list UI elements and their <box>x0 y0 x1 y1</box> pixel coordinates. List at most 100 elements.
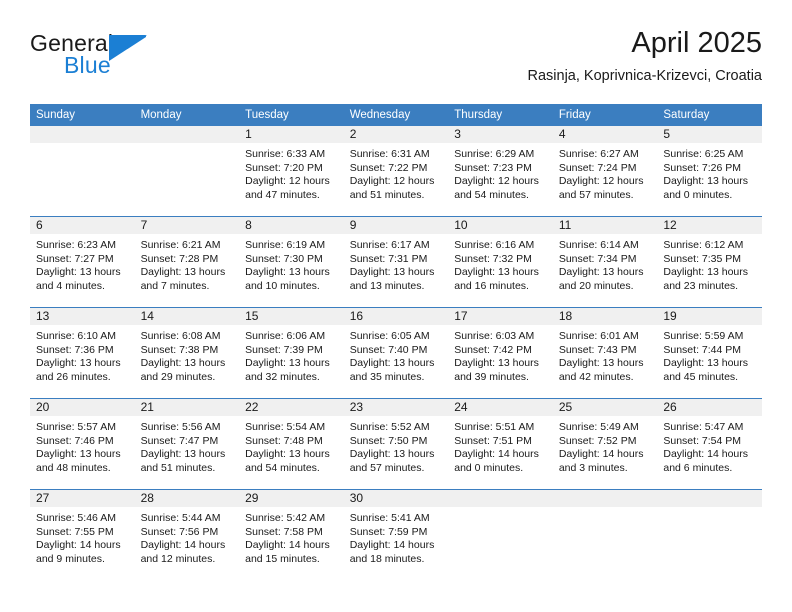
calendar-day-cell[interactable]: 3 Sunrise: 6:29 AM Sunset: 7:23 PM Daylight… <box>448 126 553 217</box>
calendar-day-cell[interactable]: 4 Sunrise: 6:27 AM Sunset: 7:24 PM Daylight… <box>552 126 658 217</box>
calendar-day-cell[interactable]: 1 Sunrise: 6:33 AM Sunset: 7:20 PM Daylight… <box>239 126 344 217</box>
day-number: 19 <box>657 308 762 325</box>
calendar-day-cell[interactable]: 18 Sunrise: 6:01 AM Sunset: 7:43 PM Dayligh… <box>552 307 658 399</box>
day-number: 16 <box>343 308 449 325</box>
calendar-week-row: 1 Sunrise: 6:33 AM Sunset: 7:20 PM Daylight… <box>30 126 762 217</box>
calendar-day-cell[interactable]: 8 Sunrise: 6:19 AM Sunset: 7:30 PM Daylight… <box>239 216 344 308</box>
day-number: 12 <box>657 217 762 234</box>
day-detail-line: Daylight: 13 hours <box>245 357 330 369</box>
weekday-header-sunday: Sunday <box>30 104 135 126</box>
day-number: 4 <box>552 126 658 143</box>
day-details: Sunrise: 6:03 AM Sunset: 7:42 PM Daylight:… <box>448 325 553 384</box>
calendar-day-cell[interactable]: 7 Sunrise: 6:21 AM Sunset: 7:28 PM Daylight… <box>134 216 240 308</box>
day-number: 3 <box>448 126 553 143</box>
day-detail-line: Sunrise: 6:06 AM <box>245 330 326 342</box>
day-detail-line: Daylight: 13 hours <box>245 448 330 460</box>
day-detail-line: Sunrise: 6:03 AM <box>454 330 535 342</box>
day-detail-line: Daylight: 13 hours <box>349 448 435 460</box>
day-number <box>30 126 135 143</box>
calendar-day-cell[interactable]: 28 Sunrise: 5:44 AM Sunset: 7:56 PM Dayligh… <box>134 489 240 580</box>
day-details: Sunrise: 5:51 AM Sunset: 7:51 PM Daylight:… <box>448 416 553 475</box>
brand-logo[interactable]: General Blue <box>30 30 230 86</box>
calendar-day-cell[interactable]: 26 Sunrise: 5:47 AM Sunset: 7:54 PM Dayligh… <box>657 398 762 490</box>
day-detail-line: and 57 minutes. <box>349 461 425 474</box>
day-number: 21 <box>134 399 240 416</box>
day-details: Sunrise: 6:05 AM Sunset: 7:40 PM Daylight:… <box>344 325 449 384</box>
day-detail-line: Daylight: 13 hours <box>36 266 121 278</box>
calendar-day-cell[interactable]: 16 Sunrise: 6:05 AM Sunset: 7:40 PM Dayligh… <box>343 307 449 399</box>
calendar-day-cell[interactable]: 29 Sunrise: 5:42 AM Sunset: 7:58 PM Dayligh… <box>239 489 344 580</box>
day-detail-line: Sunrise: 6:25 AM <box>663 148 744 160</box>
day-details: Sunrise: 5:54 AM Sunset: 7:48 PM Daylight:… <box>239 416 344 475</box>
day-detail-line: and 51 minutes. <box>349 188 425 201</box>
day-detail-line: and 29 minutes. <box>140 370 216 383</box>
day-detail-line: and 54 minutes. <box>454 188 529 201</box>
calendar-day-cell[interactable]: 9 Sunrise: 6:17 AM Sunset: 7:31 PM Daylight… <box>343 216 449 308</box>
day-detail-line: and 48 minutes. <box>36 461 111 474</box>
day-detail-line: Sunrise: 5:46 AM <box>36 512 116 524</box>
calendar-week-row: 20 Sunrise: 5:57 AM Sunset: 7:46 PM Dayligh… <box>30 398 762 490</box>
day-detail-line: Sunrise: 6:08 AM <box>140 330 221 342</box>
day-detail-line: Daylight: 13 hours <box>558 357 644 369</box>
day-detail-line: Daylight: 12 hours <box>454 175 539 187</box>
calendar-week-row: 27 Sunrise: 5:46 AM Sunset: 7:55 PM Dayligh… <box>30 489 762 580</box>
calendar-day-cell[interactable]: 23 Sunrise: 5:52 AM Sunset: 7:50 PM Dayligh… <box>343 398 449 490</box>
calendar-day-cell[interactable]: 25 Sunrise: 5:49 AM Sunset: 7:52 PM Dayligh… <box>552 398 658 490</box>
calendar-day-cell[interactable]: 6 Sunrise: 6:23 AM Sunset: 7:27 PM Daylight… <box>30 216 135 308</box>
calendar-day-cell[interactable]: 15 Sunrise: 6:06 AM Sunset: 7:39 PM Dayligh… <box>239 307 344 399</box>
calendar-day-cell[interactable]: 30 Sunrise: 5:41 AM Sunset: 7:59 PM Dayligh… <box>343 489 449 580</box>
day-details: Sunrise: 5:44 AM Sunset: 7:56 PM Daylight:… <box>135 507 240 566</box>
day-detail-line: Daylight: 14 hours <box>36 539 121 551</box>
day-detail-line: and 57 minutes. <box>558 188 634 201</box>
calendar-day-cell[interactable]: 17 Sunrise: 6:03 AM Sunset: 7:42 PM Dayligh… <box>448 307 553 399</box>
day-detail-line: Sunset: 7:22 PM <box>349 161 428 174</box>
day-detail-line: Daylight: 14 hours <box>349 539 435 551</box>
day-details <box>657 507 762 512</box>
day-detail-line: Daylight: 14 hours <box>663 448 749 460</box>
day-number: 17 <box>448 308 553 325</box>
day-detail-line: Sunrise: 6:10 AM <box>36 330 116 342</box>
calendar-day-cell[interactable]: 2 Sunrise: 6:31 AM Sunset: 7:22 PM Daylight… <box>343 126 449 217</box>
calendar-day-cell[interactable]: 22 Sunrise: 5:54 AM Sunset: 7:48 PM Dayligh… <box>239 398 344 490</box>
day-detail-line: and 6 minutes. <box>663 461 733 474</box>
day-detail-line: Daylight: 13 hours <box>36 448 121 460</box>
day-detail-line: Sunrise: 6:33 AM <box>245 148 326 160</box>
day-detail-line: Sunset: 7:58 PM <box>245 525 323 538</box>
weekday-headers: Sunday Monday Tuesday Wednesday Thursday Frid… <box>30 104 762 126</box>
day-detail-line: Daylight: 13 hours <box>349 357 435 369</box>
day-number: 15 <box>239 308 344 325</box>
day-detail-line: Sunset: 7:35 PM <box>663 252 742 265</box>
day-number: 18 <box>552 308 658 325</box>
calendar-day-cell[interactable]: 12 Sunrise: 6:12 AM Sunset: 7:35 PM Dayligh… <box>657 216 762 308</box>
day-details: Sunrise: 6:08 AM Sunset: 7:38 PM Daylight:… <box>135 325 240 384</box>
day-detail-line: and 45 minutes. <box>663 370 739 383</box>
calendar-day-cell[interactable]: 11 Sunrise: 6:14 AM Sunset: 7:34 PM Dayligh… <box>552 216 658 308</box>
day-detail-line: Sunrise: 5:42 AM <box>245 512 326 524</box>
calendar-day-cell[interactable]: 20 Sunrise: 5:57 AM Sunset: 7:46 PM Dayligh… <box>30 398 135 490</box>
day-detail-line: Sunset: 7:52 PM <box>558 434 637 447</box>
day-details: Sunrise: 6:33 AM Sunset: 7:20 PM Daylight:… <box>239 143 344 202</box>
calendar-day-cell[interactable]: 19 Sunrise: 5:59 AM Sunset: 7:44 PM Dayligh… <box>657 307 762 399</box>
calendar-day-cell-empty <box>657 489 762 580</box>
day-number: 6 <box>30 217 135 234</box>
day-detail-line: and 4 minutes. <box>36 279 105 292</box>
day-details <box>135 143 240 148</box>
calendar-day-cell[interactable]: 21 Sunrise: 5:56 AM Sunset: 7:47 PM Dayligh… <box>134 398 240 490</box>
day-number: 9 <box>343 217 449 234</box>
calendar-day-cell[interactable]: 10 Sunrise: 6:16 AM Sunset: 7:32 PM Dayligh… <box>448 216 553 308</box>
page-title: April 2025 <box>631 27 762 59</box>
calendar-day-cell[interactable]: 13 Sunrise: 6:10 AM Sunset: 7:36 PM Dayligh… <box>30 307 135 399</box>
weekday-header-saturday: Saturday <box>657 104 762 126</box>
day-detail-line: Daylight: 14 hours <box>558 448 644 460</box>
day-number: 28 <box>134 490 240 507</box>
calendar-day-cell[interactable]: 5 Sunrise: 6:25 AM Sunset: 7:26 PM Daylight… <box>657 126 762 217</box>
day-detail-line: Daylight: 14 hours <box>245 539 330 551</box>
day-number: 8 <box>239 217 344 234</box>
calendar-day-cell[interactable]: 27 Sunrise: 5:46 AM Sunset: 7:55 PM Dayligh… <box>30 489 135 580</box>
calendar-day-cell[interactable]: 14 Sunrise: 6:08 AM Sunset: 7:38 PM Dayligh… <box>134 307 240 399</box>
day-detail-line: Sunset: 7:55 PM <box>36 525 114 538</box>
day-number: 20 <box>30 399 135 416</box>
day-detail-line: Sunrise: 5:54 AM <box>245 421 326 433</box>
day-detail-line: Daylight: 13 hours <box>454 357 539 369</box>
calendar-day-cell[interactable]: 24 Sunrise: 5:51 AM Sunset: 7:51 PM Dayligh… <box>448 398 553 490</box>
